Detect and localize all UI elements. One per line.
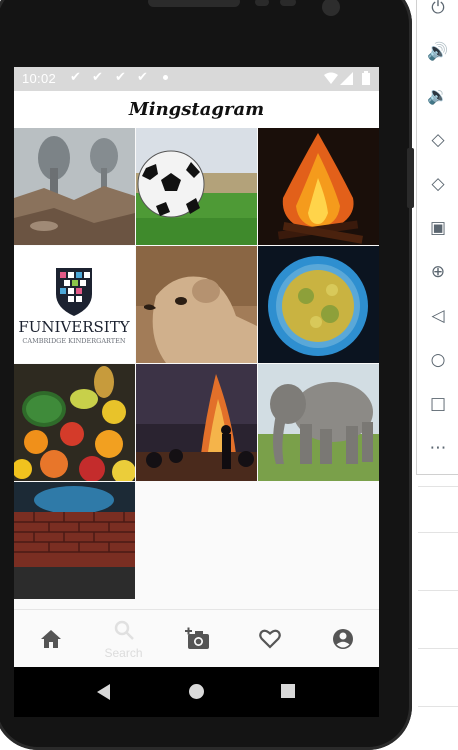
- phone-speaker: [148, 0, 240, 7]
- photo-tile-elephant[interactable]: [258, 364, 379, 481]
- photo-tile-fruit[interactable]: [14, 364, 135, 481]
- volume-up-icon[interactable]: 🔊: [417, 30, 458, 74]
- account-icon: [332, 629, 353, 649]
- photo-tile-campfire-night[interactable]: [136, 364, 257, 481]
- photo-tile-explosion[interactable]: [14, 128, 135, 245]
- emulator-toolbar: ⏻ 🔊 🔉 ◇ ◇ ▣ ⊕ ◁ ○ □ ⋯: [416, 0, 458, 475]
- logo-subtitle: CAMBRIDGE KINDERGARTEN: [22, 337, 125, 345]
- camera-icon[interactable]: ▣: [417, 206, 458, 250]
- phone-side-button: [407, 148, 414, 208]
- phone-sensor: [280, 0, 296, 6]
- photo-tile-bonfire[interactable]: [258, 128, 379, 245]
- battery-icon: [362, 71, 370, 85]
- photo-tile-funiversity-logo[interactable]: FUNIVERSITY CAMBRIDGE KINDERGARTEN: [14, 246, 135, 363]
- system-recents-icon[interactable]: [281, 684, 295, 698]
- app-screen: 10:02 ✔ ✔ ✔ ✔ Mingstagram FUNIVERSITY CA…: [14, 67, 379, 667]
- photo-tile-soccer-ball[interactable]: [136, 128, 257, 245]
- more-icon[interactable]: ⋯: [417, 426, 458, 470]
- download-notification-icon: ✔: [70, 70, 81, 85]
- heart-icon: [258, 629, 281, 649]
- rotate-right-icon[interactable]: ◇: [417, 162, 458, 206]
- nav-search-label: Search: [104, 646, 143, 660]
- status-time: 10:02: [22, 71, 57, 86]
- download-notification-icon: ✔: [115, 70, 126, 85]
- home-icon[interactable]: ○: [417, 338, 458, 382]
- nav-activity[interactable]: [233, 610, 306, 667]
- back-icon[interactable]: ◁: [417, 294, 458, 338]
- download-notification-icon: ✔: [92, 70, 103, 85]
- search-icon: [114, 620, 134, 640]
- app-title: Mingstagram: [14, 91, 379, 128]
- phone-sensor: [255, 0, 269, 6]
- zoom-icon[interactable]: ⊕: [417, 250, 458, 294]
- nav-add-photo[interactable]: [160, 610, 233, 667]
- system-back-icon[interactable]: [97, 684, 110, 700]
- volume-down-icon[interactable]: 🔉: [417, 74, 458, 118]
- power-icon[interactable]: ⏻: [417, 0, 458, 30]
- system-navigation-bar: [14, 667, 379, 717]
- wifi-icon: [324, 72, 338, 84]
- notification-dot-icon: [163, 75, 168, 80]
- nav-profile[interactable]: [306, 610, 379, 667]
- system-home-icon[interactable]: [189, 684, 204, 699]
- home-icon: [40, 630, 61, 648]
- nav-home[interactable]: [14, 610, 87, 667]
- bottom-navigation: Search: [14, 609, 379, 667]
- add-photo-icon: [184, 627, 209, 649]
- rotate-left-icon[interactable]: ◇: [417, 118, 458, 162]
- download-notification-icon: ✔: [137, 70, 148, 85]
- nav-search[interactable]: Search: [87, 610, 160, 667]
- signal-icon: [340, 72, 353, 85]
- overview-icon[interactable]: □: [417, 382, 458, 426]
- photo-tile-brick-wall[interactable]: [14, 482, 135, 599]
- status-bar: 10:02 ✔ ✔ ✔ ✔: [14, 67, 379, 91]
- photo-tile-meerkat[interactable]: [136, 246, 257, 363]
- photo-tile-virus[interactable]: [258, 246, 379, 363]
- logo-name: FUNIVERSITY: [18, 318, 130, 336]
